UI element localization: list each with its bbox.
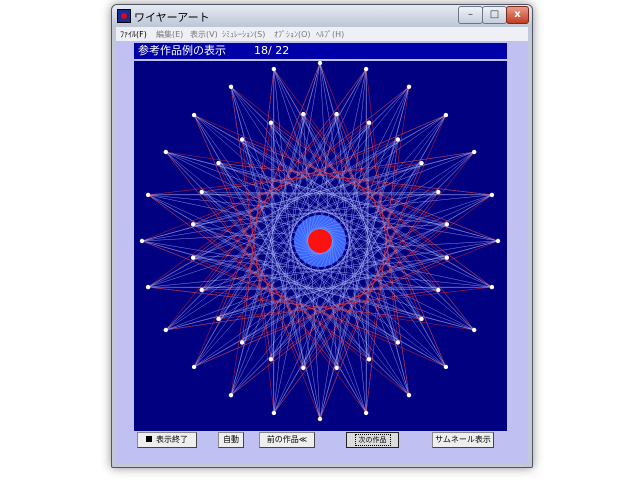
next-label: 次の作品 [354, 434, 391, 446]
pin-dot [406, 393, 412, 398]
pin-dot [139, 238, 145, 244]
menu-view[interactable]: 表示(V) [190, 29, 218, 40]
pin-dot [395, 340, 401, 345]
thumbnail-button[interactable]: サムネール表示 [432, 432, 494, 448]
pin-dot [366, 357, 372, 362]
pin-dot [216, 160, 221, 166]
pin-dot [436, 287, 441, 293]
pin-dot [199, 287, 204, 293]
menu-simulation[interactable]: ｼﾐｭﾚｰｼｮﾝ(S) [222, 29, 265, 40]
pin-dot [191, 112, 197, 118]
pin-dot [334, 111, 339, 117]
wire-line [273, 68, 447, 368]
pin-dot [301, 365, 306, 371]
pin-dot [363, 66, 369, 72]
pin-dot [444, 222, 450, 227]
close-button[interactable]: x [506, 6, 529, 24]
menu-help[interactable]: ﾍﾙﾌﾟ(H) [316, 29, 344, 40]
maximize-button[interactable]: □ [482, 6, 507, 24]
pin-dot [239, 137, 245, 142]
menu-options[interactable]: ｵﾌﾟｼｮﾝ(O) [274, 29, 311, 40]
pin-dot [301, 111, 306, 117]
pin-dot [163, 327, 168, 333]
pin-dot [489, 284, 495, 290]
viewer-header: 参考作品例の表示 18/ 22 [134, 43, 507, 59]
pin-dot [419, 160, 424, 166]
previous-button[interactable]: 前の作品≪ [259, 432, 315, 448]
pin-dot [363, 410, 369, 416]
wire-line [273, 191, 439, 414]
artwork-counter: 18/ 22 [254, 44, 290, 57]
square-icon [146, 436, 152, 442]
pin-dot [216, 316, 221, 322]
title-bar[interactable]: ワイヤーアート – □ x [112, 5, 532, 27]
pin-dot [239, 340, 245, 345]
next-button[interactable]: 次の作品 [346, 432, 399, 448]
pin-dot [436, 189, 441, 195]
pin-dot [145, 284, 151, 290]
pin-dot [145, 192, 151, 198]
pin-dot [444, 255, 450, 260]
pin-dot [268, 357, 274, 362]
pin-dot [191, 364, 197, 370]
pin-dot [366, 120, 372, 125]
minimize-button[interactable]: – [458, 6, 483, 24]
end-display-label: 表示終了 [156, 435, 188, 444]
wire-line [270, 122, 493, 288]
window-title: ワイヤーアート [134, 11, 210, 24]
pin-dot [406, 84, 412, 89]
pin-dot [190, 222, 196, 227]
pin-dot [228, 84, 234, 89]
menu-bar: ﾌｧｲﾙ(F) 編集(E) 表示(V) ｼﾐｭﾚｰｼｮﾝ(S) ｵﾌﾟｼｮﾝ(O… [116, 27, 528, 41]
pin-dot [228, 393, 234, 398]
end-display-button[interactable]: 表示終了 [137, 432, 197, 448]
pin-dot [268, 120, 274, 125]
pin-dot [199, 189, 204, 195]
app-icon[interactable] [117, 9, 131, 23]
menu-file[interactable]: ﾌｧｲﾙ(F) [120, 29, 147, 40]
wire-art-svg [139, 61, 501, 422]
pin-dot [317, 61, 323, 66]
pin-dot [443, 112, 449, 118]
pin-dot [495, 238, 501, 244]
pin-dot [419, 316, 424, 322]
pin-dot [395, 137, 401, 142]
client-area: 参考作品例の表示 18/ 22 表示終了 自動 前の作品≪ 次の作品 サムネール… [116, 41, 528, 463]
pin-dot [163, 149, 168, 155]
pin-dot [271, 66, 277, 72]
pin-dot [443, 364, 449, 370]
auto-button[interactable]: 自動 [218, 432, 244, 448]
pin-dot [190, 255, 196, 260]
wire-line [147, 194, 370, 360]
pin-dot [334, 365, 339, 371]
artwork-canvas [134, 61, 507, 431]
wire-line [273, 68, 439, 291]
pin-dot [489, 192, 495, 198]
viewer-title: 参考作品例の表示 [138, 44, 226, 57]
app-window: ワイヤーアート – □ x ﾌｧｲﾙ(F) 編集(E) 表示(V) ｼﾐｭﾚｰｼ… [111, 4, 533, 468]
pin-dot [317, 416, 323, 422]
menu-edit[interactable]: 編集(E) [156, 29, 183, 40]
pin-dot [271, 410, 277, 416]
pin-dot [472, 327, 477, 333]
pin-dot [472, 149, 477, 155]
center-core-red [308, 229, 332, 253]
